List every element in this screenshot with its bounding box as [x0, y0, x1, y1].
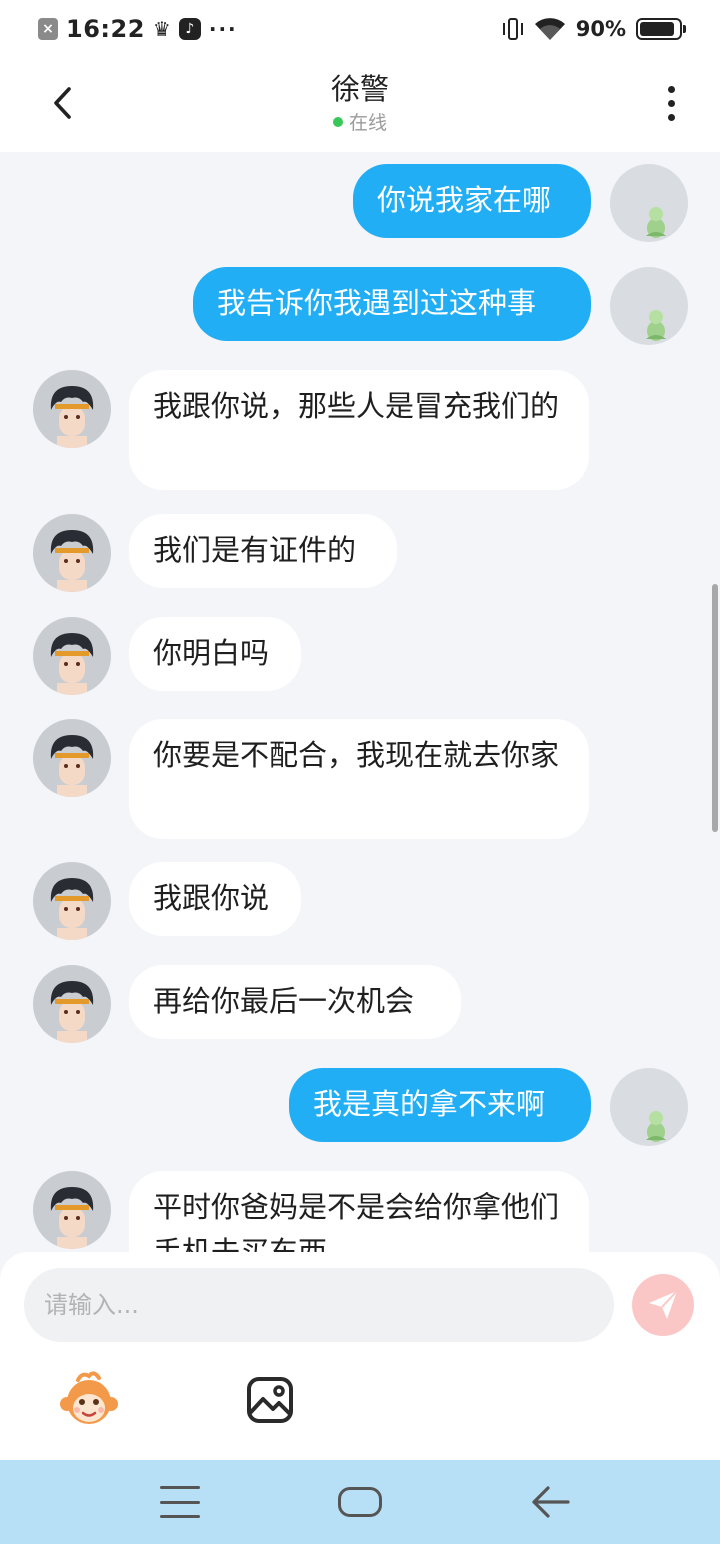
contact-avatar[interactable] — [33, 370, 111, 448]
user-avatar-image — [646, 310, 666, 341]
user-avatar[interactable] — [610, 1068, 688, 1146]
message-bubble-out[interactable]: 你说我家在哪 — [353, 164, 591, 238]
vibrate-icon — [502, 17, 524, 41]
contact-avatar[interactable] — [33, 965, 111, 1043]
user-avatar-image — [646, 207, 666, 238]
message-bubble-in[interactable]: 平时你爸妈是不是会给你拿他们手机去买东西 — [129, 1171, 589, 1252]
wifi-icon — [534, 18, 565, 40]
message-bubble-in[interactable]: 我跟你说，那些人是冒充我们的 — [129, 370, 589, 490]
message-input[interactable] — [24, 1268, 614, 1342]
battery-icon — [636, 18, 686, 40]
status-bar: × 16:22 ♛ ♪ ··· 90% — [0, 0, 720, 58]
contact-avatar[interactable] — [33, 1171, 111, 1249]
image-icon — [247, 1377, 293, 1423]
send-button[interactable] — [632, 1274, 694, 1336]
close-notification-icon: × — [38, 18, 58, 40]
message-bubble-in[interactable]: 再给你最后一次机会 — [129, 965, 461, 1039]
contact-avatar-image — [50, 386, 94, 448]
battery-percent: 90% — [575, 17, 626, 41]
title-wrap: 徐警 在线 — [0, 72, 720, 135]
image-button[interactable] — [244, 1374, 296, 1426]
more-dots-icon: ··· — [208, 17, 238, 41]
online-status-text: 在线 — [348, 112, 387, 134]
message-bubble-in[interactable]: 我跟你说 — [129, 862, 301, 936]
emoji-button[interactable] — [58, 1370, 120, 1432]
crown-icon: ♛ — [152, 17, 171, 41]
more-vertical-icon — [667, 85, 675, 93]
message-bubble-out[interactable]: 我是真的拿不来啊 — [289, 1068, 591, 1142]
monkey-emoji-icon — [60, 1371, 118, 1424]
message-bubble-in[interactable]: 你明白吗 — [129, 617, 301, 691]
status-time: 16:22 — [66, 15, 145, 43]
contact-avatar-image — [50, 878, 94, 940]
chat-messages[interactable]: 你说我家在哪 我告诉你我遇到过这种事 我跟你说，那些人是冒充我们的 我们是有证件… — [0, 152, 720, 1252]
contact-avatar[interactable] — [33, 514, 111, 592]
message-bubble-in[interactable]: 我们是有证件的 — [129, 514, 397, 588]
contact-name: 徐警 — [330, 72, 389, 106]
tiktok-icon: ♪ — [178, 18, 201, 40]
contact-avatar-image — [50, 1187, 94, 1249]
contact-avatar-image — [50, 530, 94, 592]
status-bar-right: 90% — [502, 14, 686, 44]
contact-avatar-image — [50, 981, 94, 1043]
status-bar-left: × 16:22 ♛ ♪ ··· — [38, 14, 238, 44]
user-avatar[interactable] — [610, 267, 688, 345]
message-bubble-in[interactable]: 你要是不配合，我现在就去你家 — [129, 719, 589, 839]
back-arrow-icon[interactable] — [528, 1482, 572, 1522]
composer-panel — [0, 1252, 720, 1460]
system-nav-bar — [0, 1460, 720, 1544]
user-avatar-image — [646, 1111, 666, 1142]
online-status: 在线 — [332, 108, 387, 135]
contact-avatar-image — [50, 735, 94, 797]
contact-avatar[interactable] — [33, 862, 111, 940]
chat-scrollbar[interactable] — [712, 584, 718, 832]
paper-plane-icon — [649, 1290, 678, 1319]
online-dot — [332, 116, 343, 127]
contact-avatar-image — [50, 633, 94, 695]
home-icon[interactable] — [338, 1487, 382, 1517]
menu-icon[interactable] — [160, 1486, 200, 1518]
more-options-button[interactable] — [648, 80, 694, 126]
message-bubble-out[interactable]: 我告诉你我遇到过这种事 — [193, 267, 591, 341]
user-avatar[interactable] — [610, 164, 688, 242]
contact-avatar[interactable] — [33, 617, 111, 695]
chat-header: 徐警 在线 — [0, 58, 720, 152]
contact-avatar[interactable] — [33, 719, 111, 797]
